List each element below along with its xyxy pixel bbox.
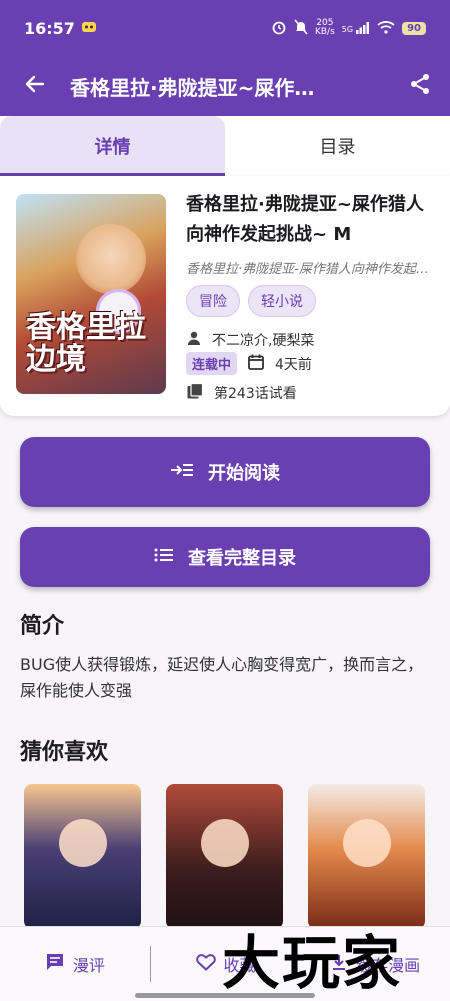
net-speed: 205 KB/s [314,18,335,37]
status-time: 16:57 [24,18,75,38]
alarm-icon [271,19,287,38]
wifi-icon [377,20,395,37]
view-catalog-button[interactable]: 查看完整目录 [20,527,430,587]
status-bar: 16:57 205 KB/s 5G 90 [0,0,450,56]
tag-chip[interactable]: 轻小说 [248,285,316,317]
comment-label: 漫评 [72,956,105,975]
arrow-left-icon [23,72,47,100]
start-reading-icon [170,462,194,483]
updated-text: 4天前 [275,356,312,373]
cover-title: 香格里拉边境 [26,310,146,377]
status-badge: 连载中 [186,352,238,375]
start-reading-label: 开始阅读 [208,463,280,484]
tag-chip[interactable]: 冒险 [186,285,240,317]
tab-catalog[interactable]: 目录 [225,116,450,176]
recommend-list [24,784,425,929]
recommend-cover-art [201,819,249,867]
tag-list: 冒险 轻小说 [186,285,316,317]
book-title: 香格里拉·弗陇提亚~屎作猎人向神作发起挑战~ M [186,194,424,245]
chapter-text: 第243话试看 [214,386,297,402]
book-cover[interactable]: 香格里拉边境 [16,194,166,394]
book-icon [186,382,204,404]
share-button[interactable] [390,72,450,100]
notification-icon [81,19,97,38]
recommend-item[interactable] [166,784,283,929]
recommend-cover-art [343,819,391,867]
back-button[interactable] [0,72,70,100]
view-catalog-label: 查看完整目录 [188,548,296,569]
tab-details[interactable]: 详情 [0,116,225,176]
calendar-icon [247,353,265,375]
intro-heading: 简介 [20,614,65,639]
cover-character [76,224,146,294]
chapter-row: 第243话试看 [186,382,297,404]
status-row: 连载中 4天前 [186,352,312,375]
watermark: 大玩家 [222,929,403,997]
share-icon [408,72,432,100]
page-title: 香格里拉·弗陇提亚~屎作… [70,75,315,100]
battery-indicator: 90 [402,21,426,35]
app-bar: 香格里拉·弗陇提亚~屎作… [0,56,450,116]
author-text: 不二凉介,硬梨菜 [212,333,315,349]
recommend-cover-art [59,819,107,867]
person-icon [186,330,202,350]
comment-icon [45,952,65,976]
recommend-item[interactable] [308,784,425,929]
recommend-heading: 猜你喜欢 [20,740,109,765]
tab-bar: 详情 目录 [0,116,450,176]
heart-icon [195,953,216,975]
home-indicator[interactable] [135,993,315,998]
comment-button[interactable]: 漫评 [0,952,150,976]
book-subtitle: 香格里拉·弗陇提亚-屎作猎人向神作发起挑战 [186,262,434,277]
list-icon [154,547,174,568]
recommend-item[interactable] [24,784,141,929]
start-reading-button[interactable]: 开始阅读 [20,437,430,507]
signal-icon: 5G [342,22,370,34]
mute-icon [294,18,308,38]
intro-text: BUG使人获得锻炼，延迟使人心胸变得宽广，换而言之，屎作能使人变强 [20,655,424,700]
author-row: 不二凉介,硬梨菜 [186,330,314,350]
